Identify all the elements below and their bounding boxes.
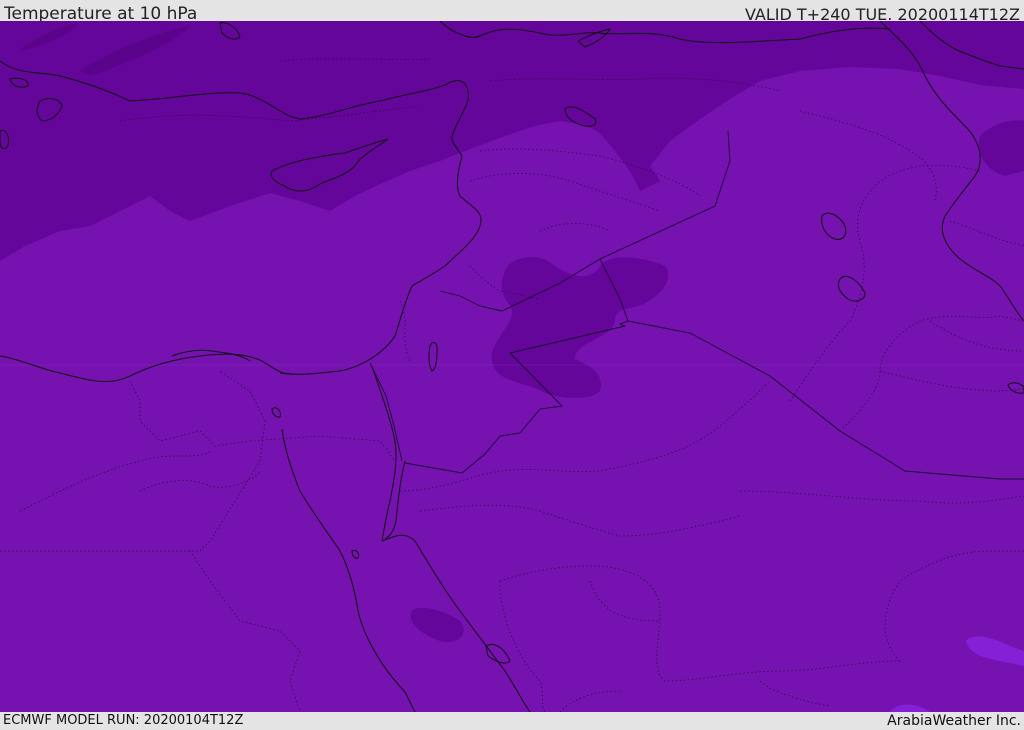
model-run-label: ECMWF MODEL RUN: 20200104T12Z — [3, 713, 244, 728]
temperature-map — [0, 21, 1024, 712]
footer-bar: ECMWF MODEL RUN: 20200104T12Z ArabiaWeat… — [0, 712, 1024, 729]
header-bar: Temperature at 10 hPa VALID T+240 TUE. 2… — [0, 0, 1024, 24]
credit-label: ArabiaWeather Inc. — [887, 713, 1021, 729]
